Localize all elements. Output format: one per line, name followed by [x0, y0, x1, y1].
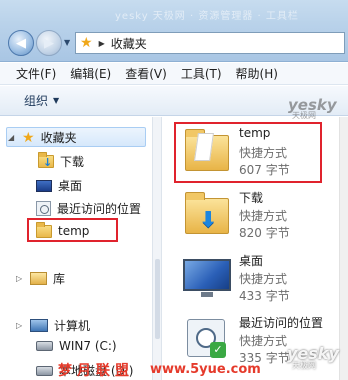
download-folder-icon: ↓: [38, 152, 54, 169]
drive-icon: [36, 341, 53, 351]
list-item[interactable]: 桌面 快捷方式 433 字节: [183, 251, 348, 309]
nav-item-label: 计算机: [54, 319, 91, 333]
desktop-icon: [183, 251, 231, 299]
nav-item-label: 收藏夹: [40, 131, 77, 145]
back-button[interactable]: ◀: [8, 30, 34, 56]
nav-item-label: WIN7 (C:): [59, 339, 117, 353]
download-folder-icon: ⬇: [183, 188, 231, 236]
nav-item-label: 库: [53, 272, 66, 286]
item-name: 最近访问的位置: [239, 316, 324, 330]
history-dropdown-icon[interactable]: ▼: [64, 38, 70, 47]
nav-item-desktop[interactable]: 桌面: [36, 177, 82, 194]
watermark-yesky-sub-bottom: 天极网: [292, 361, 316, 370]
expand-arrow-icon[interactable]: ▷: [16, 274, 24, 283]
menu-file[interactable]: 文件(F): [16, 65, 56, 82]
watermark-cn: 梦月联盟: [58, 363, 134, 379]
pane-splitter[interactable]: [152, 117, 162, 380]
item-type: 快捷方式: [239, 209, 288, 223]
list-item[interactable]: ⬇ 下载 快捷方式 820 字节: [183, 188, 348, 246]
nav-item-label: 桌面: [58, 179, 83, 193]
star-icon: ★: [80, 35, 93, 51]
item-size: 433 字节: [239, 289, 290, 303]
nav-item-computer[interactable]: ▷ 计算机: [16, 317, 90, 334]
address-bar[interactable]: ★ ▶ 收藏夹: [75, 32, 345, 54]
arrow-right-icon: ▶: [44, 35, 54, 51]
organize-button[interactable]: 组织: [24, 92, 48, 109]
item-name: 下载: [239, 191, 264, 205]
nav-item-downloads[interactable]: ↓ 下载: [38, 152, 85, 170]
title-ghost-text: yesky 天极网 · 资源管理器 · 工具栏: [115, 11, 299, 22]
vertical-scrollbar[interactable]: [339, 117, 348, 380]
watermark-url: www.5yue.com: [150, 362, 261, 377]
arrow-left-icon: ◀: [16, 35, 26, 51]
temp-item-highlight-box: [174, 122, 322, 183]
expand-arrow-icon[interactable]: ◢: [8, 133, 16, 142]
scrollbar-thumb[interactable]: [155, 259, 160, 339]
chevron-down-icon[interactable]: ▼: [53, 96, 59, 105]
nav-item-label: 最近访问的位置: [57, 202, 142, 216]
item-type: 快捷方式: [239, 334, 288, 348]
recent-places-icon: [36, 201, 51, 216]
item-type: 快捷方式: [239, 272, 288, 286]
nav-item-recent[interactable]: 最近访问的位置: [36, 200, 141, 217]
drive-icon: [36, 365, 53, 376]
item-size: 820 字节: [239, 226, 290, 240]
breadcrumb-separator-icon[interactable]: ▶: [99, 39, 105, 48]
expand-arrow-icon[interactable]: ▷: [16, 321, 24, 330]
item-name: 桌面: [239, 254, 264, 268]
nav-item-drive-c[interactable]: WIN7 (C:): [36, 339, 117, 353]
menu-bar: 文件(F) 编辑(E) 查看(V) 工具(T) 帮助(H): [0, 63, 348, 85]
star-icon: ★: [22, 129, 35, 146]
menu-help[interactable]: 帮助(H): [236, 65, 278, 82]
forward-button[interactable]: ▶: [36, 30, 62, 56]
desktop-icon: [36, 179, 52, 192]
title-bar: yesky 天极网 · 资源管理器 · 工具栏 ◀ ▶ ▼ ★ ▶ 收藏夹: [0, 0, 348, 62]
menu-tools[interactable]: 工具(T): [181, 65, 222, 82]
nav-item-favorites[interactable]: ◢ ★ 收藏夹: [8, 129, 77, 146]
nav-item-libraries[interactable]: ▷ 库: [16, 270, 65, 287]
menu-view[interactable]: 查看(V): [125, 65, 167, 82]
computer-icon: [30, 319, 48, 332]
library-icon: [30, 272, 47, 285]
breadcrumb[interactable]: 收藏夹: [111, 35, 147, 52]
recent-places-icon: ✓: [183, 313, 231, 361]
menu-edit[interactable]: 编辑(E): [70, 65, 111, 82]
content-pane: temp 快捷方式 607 字节 ⬇ 下载 快捷方式 820 字节 桌面 快捷方…: [163, 117, 348, 380]
watermark-yesky-sub-top: 天极网: [292, 111, 316, 120]
navigation-pane: ◢ ★ 收藏夹 ↓ 下载 桌面 最近访问的位置 temp ▷ 库 ▷ 计算机 W…: [0, 117, 152, 380]
temp-highlight-box: [27, 218, 118, 242]
nav-item-label: 下载: [60, 155, 85, 169]
